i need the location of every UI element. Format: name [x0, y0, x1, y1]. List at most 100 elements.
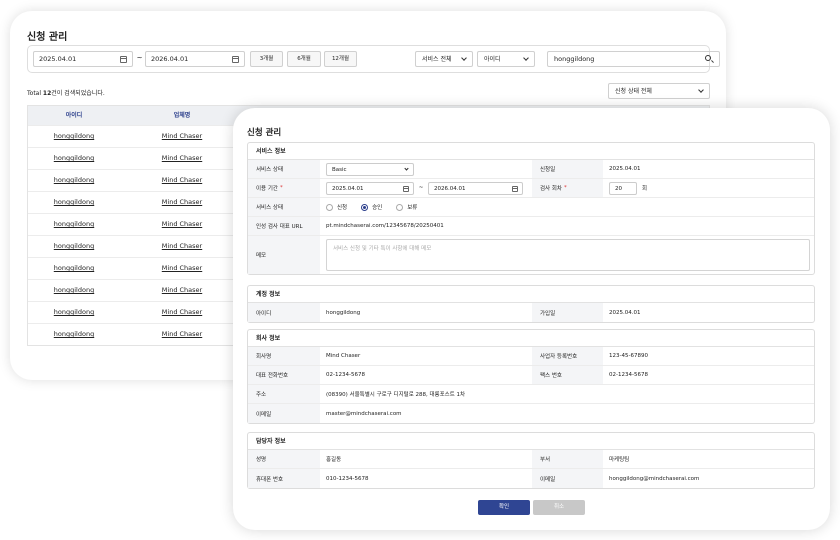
manager-name-value: 홍길동: [326, 457, 342, 463]
test-count-input[interactable]: 20: [609, 182, 637, 195]
manager-name-label: 성명: [248, 450, 320, 468]
start-date-input[interactable]: 2025.04.01: [33, 51, 133, 67]
period-6month-button[interactable]: 6개월: [287, 51, 321, 67]
period-separator: ~: [418, 185, 424, 191]
row-company-link[interactable]: Mind Chaser: [130, 302, 234, 323]
end-date-input[interactable]: 2026.04.01: [145, 51, 245, 67]
radio-label: 승인: [372, 205, 383, 211]
row-id-link[interactable]: honggildong: [28, 258, 120, 279]
url-value: pt.mindchaserai.com/12345678/20250401: [326, 223, 444, 229]
radio-hold[interactable]: 보류: [396, 203, 417, 211]
search-type-select[interactable]: 아이디: [477, 51, 535, 67]
period-row: 이용 기간 * 2025.04.01 ~ 2026.04.01 검사 회차 * 20…: [248, 179, 814, 198]
manager-email-value: honggildong@mindchaserai.com: [609, 475, 700, 482]
apply-date-label: 신청일: [532, 160, 603, 178]
account-id-label: 아이디: [248, 303, 320, 322]
row-id-link[interactable]: honggildong: [28, 148, 120, 169]
required-mark: *: [280, 185, 283, 191]
row-id-link[interactable]: honggildong: [28, 280, 120, 301]
radio-apply[interactable]: 신청: [326, 203, 347, 211]
radio-circle-icon[interactable]: [326, 203, 333, 211]
row-id-link[interactable]: honggildong: [28, 126, 120, 147]
row-company-link[interactable]: Mind Chaser: [130, 258, 234, 279]
service-filter-value: 서비스 전체: [422, 56, 452, 63]
search-input-value: honggildong: [554, 55, 595, 63]
radio-label: 보류: [407, 205, 418, 211]
column-header-company[interactable]: 업체명: [130, 106, 234, 125]
status-filter-select[interactable]: 신청 상태 전체: [608, 83, 710, 99]
column-header-id[interactable]: 아이디: [28, 106, 120, 125]
search-type-value: 아이디: [484, 56, 501, 63]
calendar-icon[interactable]: [232, 56, 239, 63]
row-company-link[interactable]: Mind Chaser: [130, 192, 234, 213]
fax-label: 팩스 번호: [532, 366, 603, 384]
row-id-link[interactable]: honggildong: [28, 214, 120, 235]
company-name-label: 회사명: [248, 347, 320, 365]
radio-approve[interactable]: 승인: [361, 203, 382, 211]
modal-title: 신청 관리: [247, 128, 282, 138]
company-row-3: 주소 (08390) 서울특별시 구로구 디지털로 288, 대륭포스트 1차: [248, 385, 814, 404]
period-label-text: 이용 기간: [256, 186, 278, 192]
period-start-input[interactable]: 2025.04.01: [326, 182, 414, 195]
memo-label: 메모: [248, 236, 320, 274]
row-company-link[interactable]: Mind Chaser: [130, 126, 234, 147]
period-end-input[interactable]: 2026.04.01: [428, 182, 523, 195]
memo-textarea[interactable]: 서비스 신청 및 기타 특이 사항에 대해 메모: [326, 239, 810, 271]
row-company-link[interactable]: Mind Chaser: [130, 148, 234, 169]
radio-selected-icon[interactable]: [361, 203, 369, 211]
service-status-row: 서비스 상태 Basic 신청일 2025.04.01: [248, 160, 814, 179]
service-status-label: 서비스 상태: [248, 160, 320, 178]
company-row-2: 대표 전화번호 02-1234-5678 팩스 번호 02-1234-5678: [248, 366, 814, 385]
radio-circle-icon[interactable]: [396, 203, 404, 211]
service-state-radio-group: 신청 승인 보류: [326, 198, 431, 216]
test-count-unit: 회: [642, 186, 648, 192]
cancel-button[interactable]: 취소: [533, 500, 585, 515]
calendar-icon[interactable]: [512, 186, 518, 192]
row-id-link[interactable]: honggildong: [28, 324, 120, 345]
period-3month-button[interactable]: 3개월: [250, 51, 283, 67]
company-email-value: master@mindchaserai.com: [326, 410, 402, 417]
memo-row: 메모 서비스 신청 및 기타 특이 사항에 대해 메모: [248, 236, 814, 274]
row-id-link[interactable]: honggildong: [28, 170, 120, 191]
row-id-link[interactable]: honggildong: [28, 302, 120, 323]
test-count-label: 검사 회차 *: [532, 179, 603, 197]
total-prefix: Total: [27, 90, 43, 97]
manager-email-label: 이메일: [532, 469, 603, 488]
address-value: (08390) 서울특별시 구로구 디지털로 288, 대륭포스트 1차: [326, 392, 466, 398]
biz-number-label: 사업자 등록번호: [532, 347, 603, 365]
row-company-link[interactable]: Mind Chaser: [130, 324, 234, 345]
service-state-row: 서비스 상태 신청 승인 보류: [248, 198, 814, 217]
service-plan-select[interactable]: Basic: [326, 163, 414, 176]
mobile-value: 010-1234-5678: [326, 475, 369, 482]
url-label: 인성 검사 대표 URL: [248, 217, 320, 235]
period-label: 이용 기간 *: [248, 179, 320, 197]
section-title: 서비스 정보: [248, 143, 814, 160]
confirm-button[interactable]: 확인: [478, 500, 530, 515]
search-icon[interactable]: [705, 55, 711, 61]
application-detail-modal: 신청 관리 서비스 정보 서비스 상태 Basic 신청일 2025.04.01…: [233, 108, 830, 530]
calendar-icon[interactable]: [403, 186, 409, 192]
row-id-link[interactable]: honggildong: [28, 192, 120, 213]
company-email-label: 이메일: [248, 404, 320, 423]
department-label: 부서: [532, 450, 603, 468]
search-input[interactable]: honggildong: [547, 51, 720, 67]
row-company-link[interactable]: Mind Chaser: [130, 170, 234, 191]
row-company-link[interactable]: Mind Chaser: [130, 236, 234, 257]
manager-row-1: 성명 홍길동 부서 마케팅팀: [248, 450, 814, 469]
row-id-link[interactable]: honggildong: [28, 236, 120, 257]
calendar-icon[interactable]: [120, 56, 127, 63]
company-row-4: 이메일 master@mindchaserai.com: [248, 404, 814, 423]
manager-row-2: 휴대폰 번호 010-1234-5678 이메일 honggildong@min…: [248, 469, 814, 488]
account-info-section: 계정 정보 아이디 honggildong 가입일 2025.04.01: [247, 285, 815, 323]
manager-info-section: 담당자 정보 성명 홍길동 부서 마케팅팀 휴대폰 번호 010-1234-56…: [247, 432, 815, 489]
test-count-label-text: 검사 회차: [540, 186, 562, 192]
period-12month-button[interactable]: 12개월: [324, 51, 357, 67]
total-count-text: Total 12건이 검색되었습니다.: [27, 88, 105, 97]
biz-number-value: 123-45-67890: [609, 353, 648, 359]
row-company-link[interactable]: Mind Chaser: [130, 214, 234, 235]
period-end-value: 2026.04.01: [434, 186, 466, 192]
start-date-value: 2025.04.01: [39, 55, 77, 63]
service-filter-select[interactable]: 서비스 전체: [415, 51, 473, 67]
row-company-link[interactable]: Mind Chaser: [130, 280, 234, 301]
end-date-value: 2026.04.01: [151, 55, 189, 63]
